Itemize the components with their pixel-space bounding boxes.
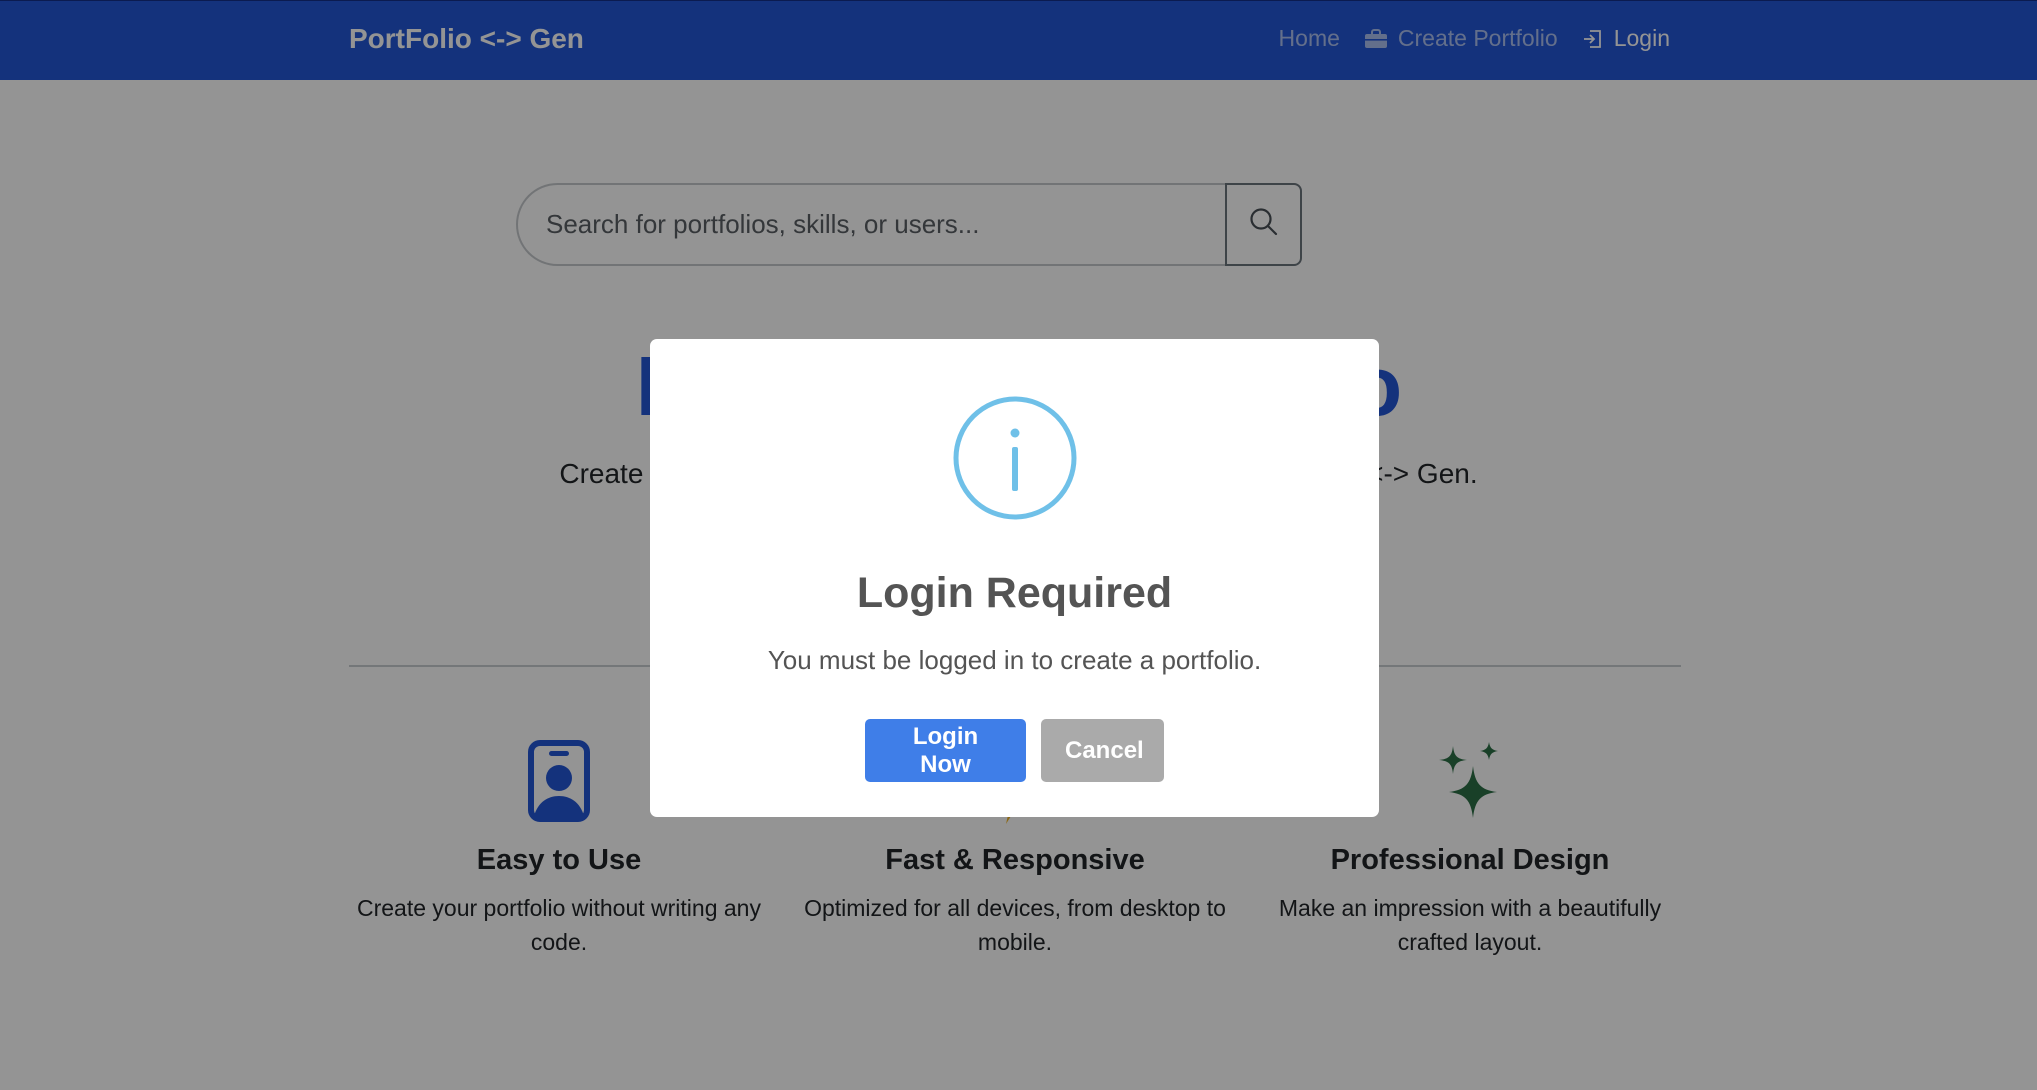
- modal-actions: Login Now Cancel: [650, 719, 1379, 782]
- modal-title: Login Required: [856, 569, 1173, 617]
- login-required-dialog: Login Required You must be logged in to …: [650, 339, 1379, 817]
- info-icon: [952, 395, 1078, 521]
- cancel-button[interactable]: Cancel: [1041, 719, 1164, 782]
- modal-message: You must be logged in to create a portfo…: [767, 645, 1262, 675]
- login-now-button[interactable]: Login Now: [865, 719, 1026, 782]
